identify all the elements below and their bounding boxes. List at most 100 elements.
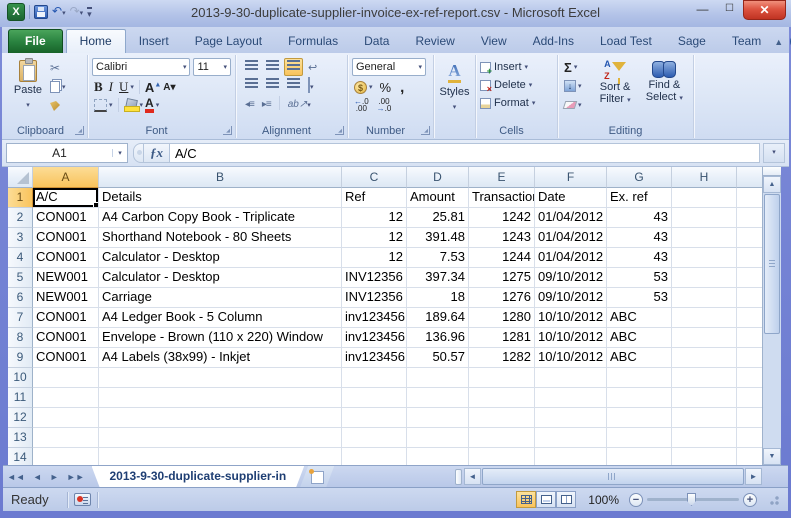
scroll-up-icon[interactable]: ▲ — [763, 176, 781, 193]
cell-E1[interactable]: Transaction — [469, 188, 535, 208]
cell-A12[interactable] — [33, 408, 99, 428]
cell-partial-4[interactable] — [737, 248, 762, 268]
column-header-E[interactable]: E — [469, 167, 535, 188]
cell-B9[interactable]: A4 Labels (38x99) - Inkjet — [99, 348, 342, 368]
cell-partial-13[interactable] — [737, 428, 762, 448]
scroll-down-icon[interactable]: ▼ — [763, 448, 781, 465]
cell-H10[interactable] — [672, 368, 737, 388]
cell-B5[interactable]: Calculator - Desktop — [99, 268, 342, 288]
grow-font-button[interactable]: A▲ — [145, 80, 161, 95]
select-all-corner[interactable] — [8, 167, 33, 188]
cell-E4[interactable]: 1244 — [469, 248, 535, 268]
paste-button[interactable]: Paste ▾ — [8, 58, 48, 123]
cell-C10[interactable] — [342, 368, 407, 388]
ribbon-tab-data[interactable]: Data — [351, 30, 402, 53]
cell-E13[interactable] — [469, 428, 535, 448]
cell-A10[interactable] — [33, 368, 99, 388]
font-color-icon[interactable]: A — [145, 97, 154, 113]
cell-G12[interactable] — [607, 408, 672, 428]
normal-view-button[interactable] — [516, 491, 537, 508]
cell-H7[interactable] — [672, 308, 737, 328]
sort-filter-button[interactable]: AZ Sort & Filter ▾ — [590, 58, 639, 123]
cell-E11[interactable] — [469, 388, 535, 408]
row-header-8[interactable]: 8 — [8, 328, 33, 348]
cell-F13[interactable] — [535, 428, 607, 448]
cell-E3[interactable]: 1243 — [469, 228, 535, 248]
cell-partial-2[interactable] — [737, 208, 762, 228]
cell-G8[interactable]: ABC — [607, 328, 672, 348]
cell-D9[interactable]: 50.57 — [407, 348, 469, 368]
cell-G3[interactable]: 43 — [607, 228, 672, 248]
cell-partial-6[interactable] — [737, 288, 762, 308]
align-bottom-button[interactable] — [284, 58, 303, 76]
column-header-G[interactable]: G — [607, 167, 672, 188]
increase-decimal-button[interactable]: ←.0.00 — [354, 98, 369, 113]
cell-C8[interactable]: inv123456 — [342, 328, 407, 348]
cell-partial-12[interactable] — [737, 408, 762, 428]
cell-C14[interactable] — [342, 448, 407, 465]
cell-D3[interactable]: 391.48 — [407, 228, 469, 248]
cell-partial-3[interactable] — [737, 228, 762, 248]
cell-D2[interactable]: 25.81 — [407, 208, 469, 228]
cell-F11[interactable] — [535, 388, 607, 408]
cell-F14[interactable] — [535, 448, 607, 465]
font-size-select[interactable]: 11 ▾ — [193, 58, 231, 76]
zoom-slider-thumb[interactable] — [687, 493, 696, 506]
cell-H14[interactable] — [672, 448, 737, 465]
cell-partial-11[interactable] — [737, 388, 762, 408]
cell-partial-10[interactable] — [737, 368, 762, 388]
cell-F10[interactable] — [535, 368, 607, 388]
copy-button[interactable]: ▾ — [48, 78, 68, 96]
column-header-F[interactable]: F — [535, 167, 607, 188]
cell-C11[interactable] — [342, 388, 407, 408]
cell-F2[interactable]: 01/04/2012 — [535, 208, 607, 228]
row-header-11[interactable]: 11 — [8, 388, 33, 408]
ribbon-tab-load-test[interactable]: Load Test — [587, 30, 665, 53]
font-family-select[interactable]: Calibri ▾ — [92, 58, 191, 76]
cell-H8[interactable] — [672, 328, 737, 348]
percent-style-button[interactable]: % — [380, 80, 392, 95]
cell-F3[interactable]: 01/04/2012 — [535, 228, 607, 248]
merge-center-button[interactable]: ▾ — [305, 76, 317, 94]
cell-C5[interactable]: INV12356 — [342, 268, 407, 288]
cell-A8[interactable]: CON001 — [33, 328, 99, 348]
cell-E2[interactable]: 1242 — [469, 208, 535, 228]
formula-input[interactable]: A/C — [170, 143, 760, 163]
sheet-tab-active[interactable]: 2013-9-30-duplicate-supplier-in — [92, 466, 305, 487]
zoom-in-button[interactable]: + — [743, 492, 757, 507]
ribbon-tab-home[interactable]: Home — [65, 29, 126, 53]
cell-H4[interactable] — [672, 248, 737, 268]
cell-H12[interactable] — [672, 408, 737, 428]
column-header-A[interactable]: A — [33, 167, 99, 188]
column-header-H[interactable]: H — [672, 167, 737, 188]
last-sheet-icon[interactable]: ►► — [63, 472, 89, 482]
cell-B13[interactable] — [99, 428, 342, 448]
cell-G6[interactable]: 53 — [607, 288, 672, 308]
increase-indent-button[interactable]: ▸≡ — [259, 94, 274, 112]
cell-B4[interactable]: Calculator - Desktop — [99, 248, 342, 268]
cell-D7[interactable]: 189.64 — [407, 308, 469, 328]
first-sheet-icon[interactable]: ◄◄ — [3, 472, 29, 482]
row-header-4[interactable]: 4 — [8, 248, 33, 268]
ribbon-tab-formulas[interactable]: Formulas — [275, 30, 351, 53]
cell-B6[interactable]: Carriage — [99, 288, 342, 308]
vertical-scrollbar[interactable]: ▲ ▼ — [762, 167, 781, 465]
clear-button[interactable]: ▾ — [562, 96, 590, 114]
cell-D14[interactable] — [407, 448, 469, 465]
cell-F6[interactable]: 09/10/2012 — [535, 288, 607, 308]
cell-D12[interactable] — [407, 408, 469, 428]
cell-D1[interactable]: Amount — [407, 188, 469, 208]
cell-B7[interactable]: A4 Ledger Book - 5 Column — [99, 308, 342, 328]
cell-C1[interactable]: Ref — [342, 188, 407, 208]
cell-partial-1[interactable] — [737, 188, 762, 208]
cell-C9[interactable]: inv123456 — [342, 348, 407, 368]
cell-D6[interactable]: 18 — [407, 288, 469, 308]
cell-H13[interactable] — [672, 428, 737, 448]
cell-H6[interactable] — [672, 288, 737, 308]
horizontal-scrollbar-thumb[interactable] — [482, 468, 744, 485]
cell-E14[interactable] — [469, 448, 535, 465]
cell-B12[interactable] — [99, 408, 342, 428]
cell-H9[interactable] — [672, 348, 737, 368]
cell-C12[interactable] — [342, 408, 407, 428]
decrease-indent-button[interactable]: ◂≡ — [242, 94, 257, 112]
